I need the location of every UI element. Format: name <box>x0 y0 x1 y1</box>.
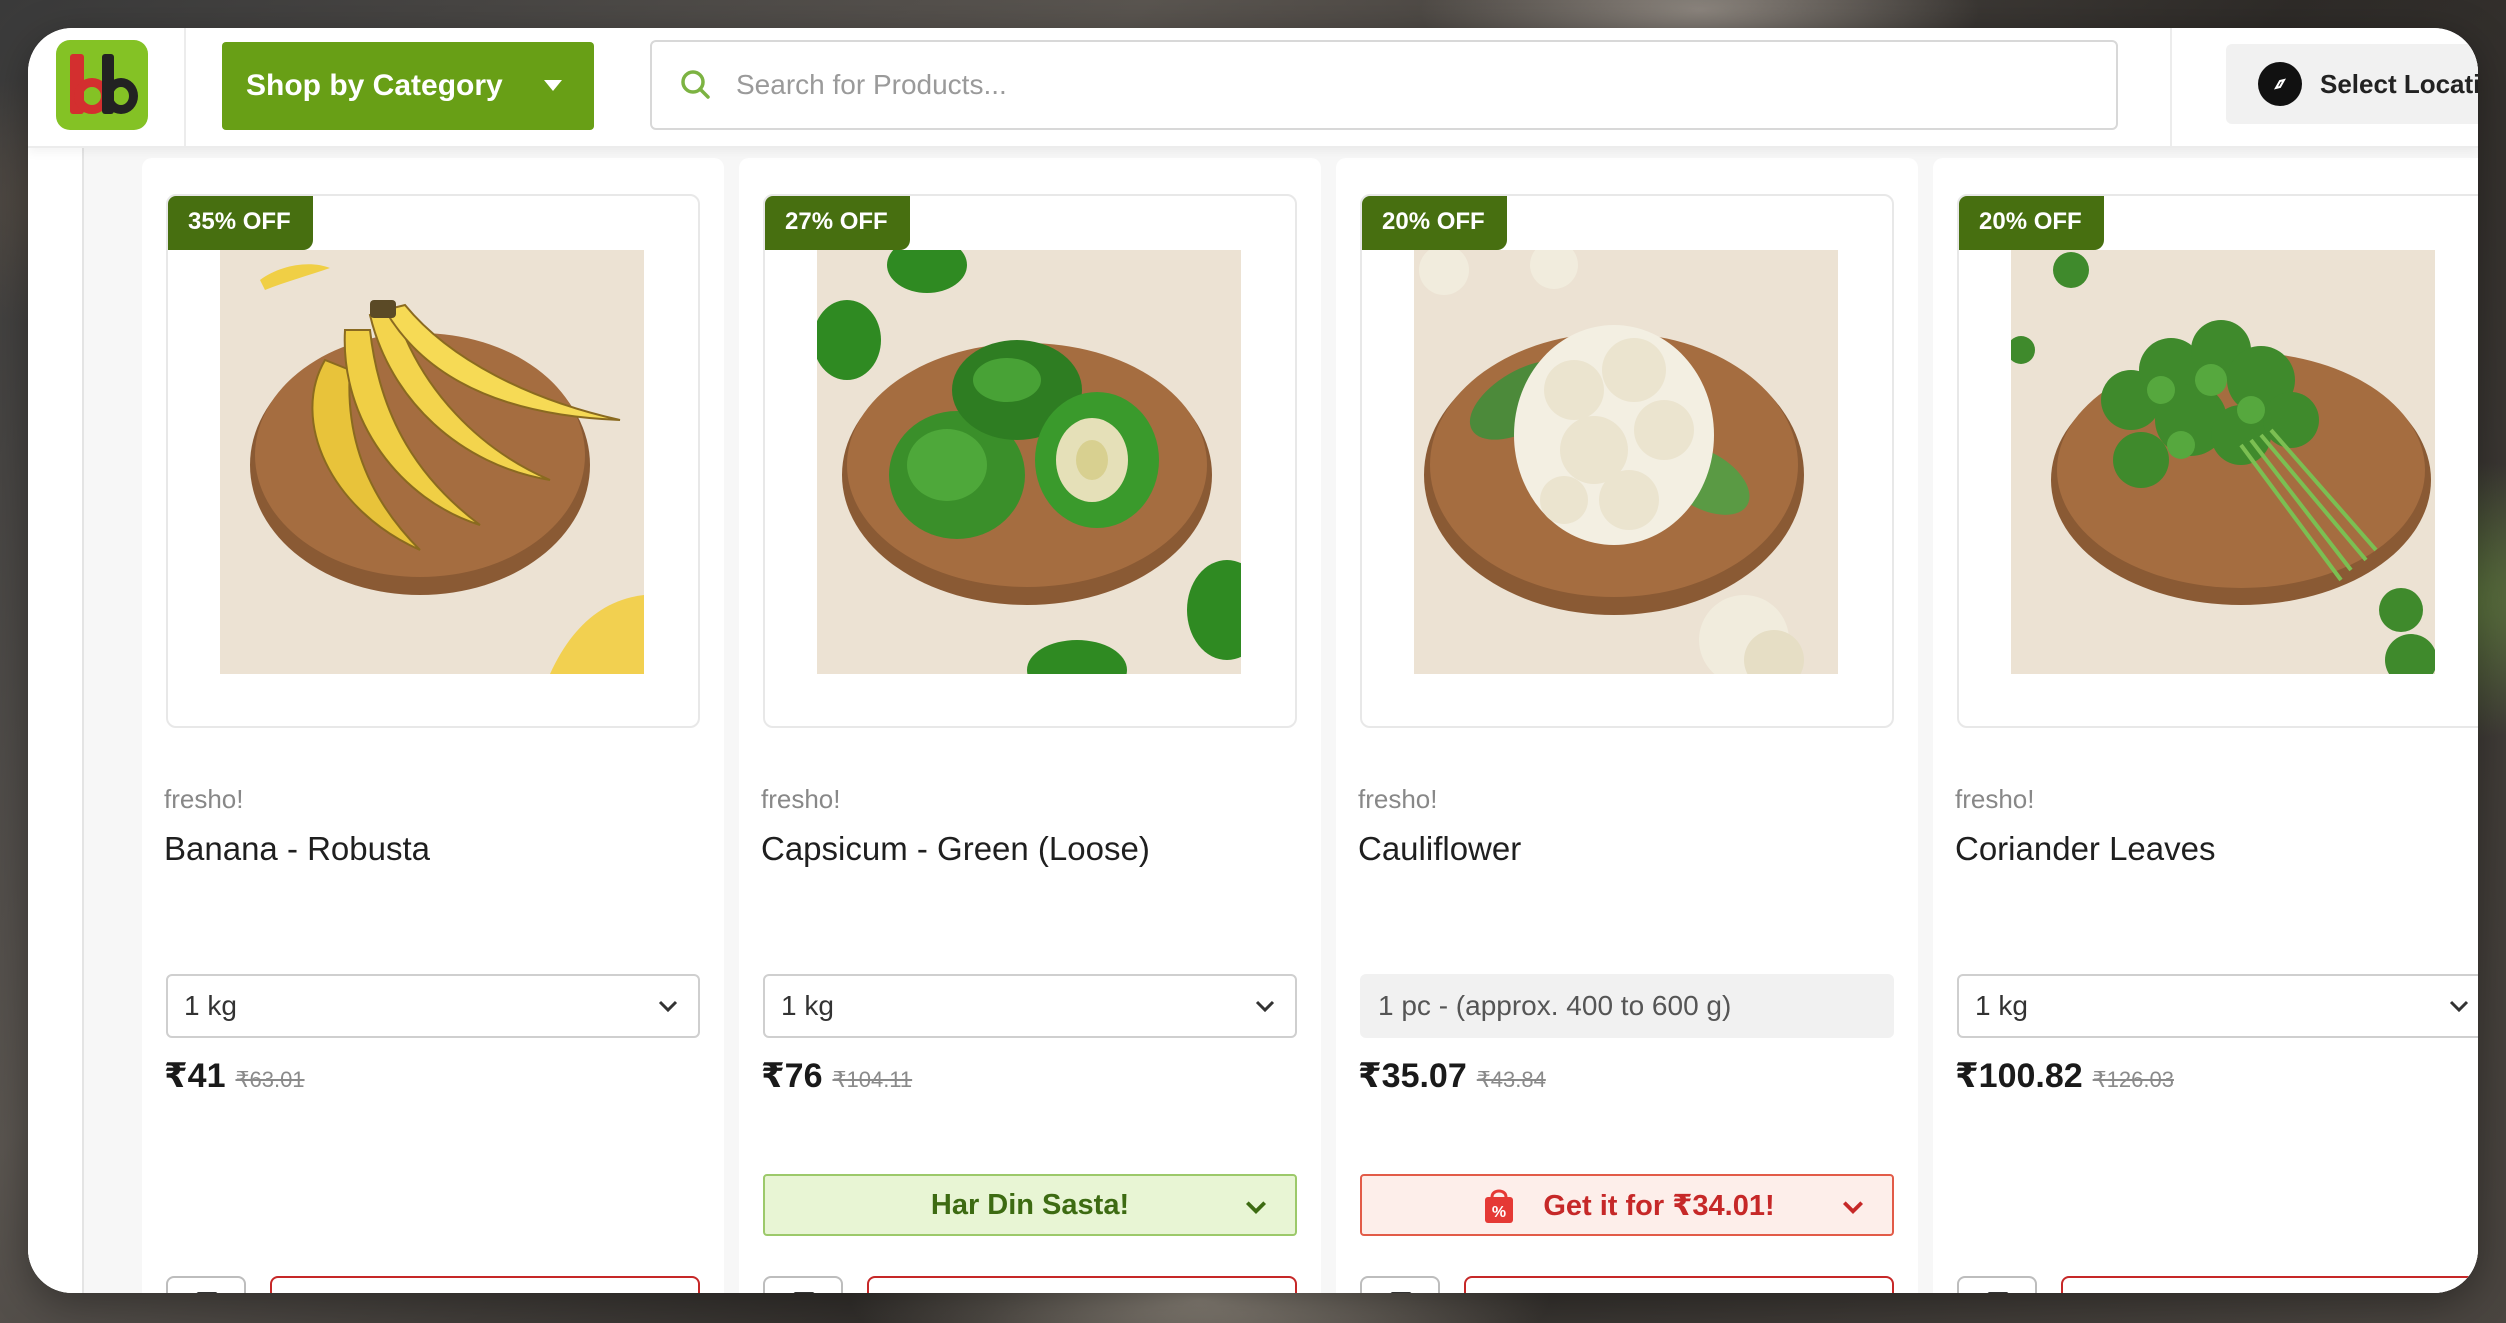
offer-label: Get it for ₹34.01! <box>1543 1189 1775 1222</box>
site-header: Shop by Category Select Location <box>28 28 2478 148</box>
save-for-later-button[interactable] <box>763 1276 843 1293</box>
compass-icon <box>2258 62 2302 106</box>
mrp-price: ₹63.01 <box>235 1067 305 1092</box>
header-divider <box>2170 28 2172 148</box>
left-filter-rail <box>28 148 84 1293</box>
add-to-basket-button[interactable] <box>867 1276 1297 1293</box>
add-to-basket-button[interactable] <box>1464 1276 1894 1293</box>
shop-by-category-label: Shop by Category <box>246 69 503 102</box>
select-location-label: Select Location <box>2320 68 2478 99</box>
product-image-box[interactable]: 35% OFF <box>166 194 700 728</box>
variant-select[interactable]: 1 kg <box>763 974 1297 1038</box>
price-row: ₹41 ₹63.01 <box>164 1056 305 1096</box>
variant-label: 1 kg <box>1975 990 2028 1021</box>
save-for-later-button[interactable] <box>1360 1276 1440 1293</box>
search-icon <box>681 70 710 99</box>
product-brand: fresho! <box>1358 784 1438 814</box>
price-row: ₹35.07 ₹43.84 <box>1358 1056 1546 1096</box>
product-image-box[interactable]: 20% OFF <box>1957 194 2478 728</box>
browser-frame: Shop by Category Select Location 3 <box>28 28 2478 1293</box>
product-image-box[interactable]: 27% OFF <box>763 194 1297 728</box>
variant-select[interactable]: 1 kg <box>1957 974 2478 1038</box>
product-image-box[interactable]: 20% OFF <box>1360 194 1894 728</box>
mrp-price: ₹43.84 <box>1476 1067 1546 1092</box>
bookmark-icon <box>1987 1292 2009 1293</box>
product-brand: fresho! <box>761 784 841 814</box>
bookmark-icon <box>793 1292 815 1293</box>
product-image-cauliflower <box>1414 250 1838 674</box>
discount-badge: 20% OFF <box>1362 196 1507 250</box>
product-image-capsicum <box>817 250 1241 674</box>
select-location-button[interactable]: Select Location <box>2226 44 2478 124</box>
discount-badge: 35% OFF <box>168 196 313 250</box>
discount-badge: 20% OFF <box>1959 196 2104 250</box>
product-card[interactable]: 20% OFF <box>1933 158 2478 1293</box>
header-divider <box>184 28 186 148</box>
svg-text:%: % <box>1492 1204 1506 1221</box>
product-name[interactable]: Coriander Leaves <box>1955 830 2216 868</box>
caret-down-icon <box>544 80 562 91</box>
product-image-coriander <box>2011 250 2435 674</box>
bookmark-icon <box>1390 1292 1412 1293</box>
mrp-price: ₹104.11 <box>832 1067 913 1092</box>
variant-label: 1 pc - (approx. 400 to 600 g) <box>1378 990 1732 1021</box>
variant-fixed: 1 pc - (approx. 400 to 600 g) <box>1360 974 1894 1038</box>
chevron-down-icon <box>1842 1201 1864 1215</box>
product-name[interactable]: Cauliflower <box>1358 830 1521 868</box>
search-bar[interactable] <box>650 40 2118 130</box>
save-for-later-button[interactable] <box>166 1276 246 1293</box>
add-to-basket-button[interactable] <box>2061 1276 2478 1293</box>
variant-label: 1 kg <box>184 990 237 1021</box>
bigbasket-logo[interactable] <box>56 40 148 130</box>
add-to-basket-button[interactable] <box>270 1276 700 1293</box>
save-for-later-button[interactable] <box>1957 1276 2037 1293</box>
mrp-price: ₹126.03 <box>2092 1067 2174 1092</box>
product-brand: fresho! <box>1955 784 2035 814</box>
product-brand: fresho! <box>164 784 244 814</box>
product-card[interactable]: 35% OFF fresho! Banana - Robusta 1 kg ₹4… <box>142 158 724 1293</box>
shop-by-category-button[interactable]: Shop by Category <box>222 42 594 130</box>
price-row: ₹100.82 ₹126.03 <box>1955 1056 2174 1096</box>
product-card[interactable]: 27% OFF fresho! Capsicum - Green (Loose)… <box>739 158 1321 1293</box>
product-image-banana <box>220 250 644 674</box>
product-name[interactable]: Banana - Robusta <box>164 830 430 868</box>
chevron-down-icon <box>1245 1201 1267 1215</box>
har-din-sasta-offer[interactable]: Har Din Sasta! <box>763 1174 1297 1236</box>
sale-price: ₹76 <box>761 1057 823 1095</box>
sale-price: ₹100.82 <box>1955 1057 2083 1095</box>
chevron-down-icon <box>1255 1000 1275 1013</box>
search-input[interactable] <box>736 69 2116 101</box>
variant-label: 1 kg <box>781 990 834 1021</box>
shopping-bag-icon: % <box>1485 1189 1514 1223</box>
chevron-down-icon <box>658 1000 678 1013</box>
price-row: ₹76 ₹104.11 <box>761 1056 912 1096</box>
chevron-down-icon <box>2449 1000 2469 1013</box>
sale-price: ₹41 <box>164 1057 226 1095</box>
product-listing: 35% OFF fresho! Banana - Robusta 1 kg ₹4… <box>28 148 2478 1293</box>
product-card[interactable]: 20% OFF <box>1336 158 1918 1293</box>
variant-select[interactable]: 1 kg <box>166 974 700 1038</box>
offer-label: Har Din Sasta! <box>930 1188 1130 1221</box>
discount-badge: 27% OFF <box>765 196 910 250</box>
product-name[interactable]: Capsicum - Green (Loose) <box>761 830 1150 868</box>
special-price-offer[interactable]: % Get it for ₹34.01! <box>1360 1174 1894 1236</box>
bookmark-icon <box>196 1292 218 1293</box>
sale-price: ₹35.07 <box>1358 1057 1467 1095</box>
